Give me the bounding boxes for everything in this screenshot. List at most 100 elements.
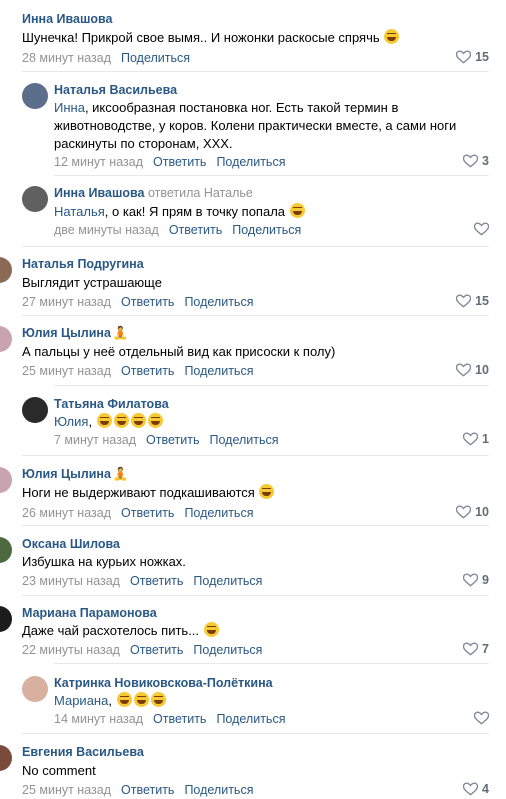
- reply-button[interactable]: Ответить: [130, 643, 183, 657]
- share-button[interactable]: Поделиться: [193, 574, 262, 588]
- timestamp[interactable]: 7 минут назад: [54, 433, 136, 447]
- share-button[interactable]: Поделиться: [216, 155, 285, 169]
- divider: [22, 246, 489, 247]
- reply-button[interactable]: Ответить: [121, 506, 174, 520]
- comment-meta: 12 минут назад Ответить Поделиться: [54, 155, 295, 169]
- laughing-emoji-icon: [113, 413, 129, 428]
- reply-button[interactable]: Ответить: [121, 783, 174, 797]
- share-button[interactable]: Поделиться: [184, 364, 253, 378]
- like-button[interactable]: [474, 711, 489, 725]
- share-button[interactable]: Поделиться: [184, 506, 253, 520]
- author-name[interactable]: Инна Ивашова ответила Наталье: [54, 186, 253, 200]
- timestamp[interactable]: две минуты назад: [54, 223, 159, 237]
- share-button[interactable]: Поделиться: [232, 223, 301, 237]
- reply-button[interactable]: Ответить: [121, 295, 174, 309]
- author-name[interactable]: Инна Ивашова: [22, 12, 113, 26]
- share-button[interactable]: Поделиться: [216, 712, 285, 726]
- author-name[interactable]: Юлия Цылина 🧘: [22, 467, 128, 482]
- avatar[interactable]: [0, 745, 12, 771]
- author-name-text[interactable]: Юлия Цылина: [22, 326, 111, 340]
- like-button[interactable]: 15: [456, 50, 489, 64]
- author-name[interactable]: Мариана Парамонова: [22, 606, 157, 620]
- avatar[interactable]: [0, 326, 12, 352]
- comment-meta: 28 минут назад Поделиться: [22, 51, 200, 65]
- timestamp[interactable]: 27 минут назад: [22, 295, 111, 309]
- timestamp[interactable]: 26 минут назад: [22, 506, 111, 520]
- author-name[interactable]: Катринка Новиковскова-Полёткина: [54, 676, 273, 690]
- like-count: 15: [475, 294, 489, 308]
- comment-meta: 26 минут назад Ответить Поделиться: [22, 506, 263, 520]
- share-button[interactable]: Поделиться: [184, 295, 253, 309]
- author-name-text[interactable]: Мариана Парамонова: [22, 606, 157, 620]
- like-button[interactable]: [474, 222, 489, 236]
- avatar[interactable]: [22, 676, 48, 702]
- mention-link[interactable]: Инна: [54, 100, 85, 115]
- reply-button[interactable]: Ответить: [121, 364, 174, 378]
- like-button[interactable]: 10: [456, 505, 489, 519]
- timestamp[interactable]: 14 минут назад: [54, 712, 143, 726]
- comment-body: Избушка на курьих ножках.: [22, 554, 186, 569]
- divider: [22, 71, 489, 72]
- divider: [54, 175, 489, 176]
- avatar[interactable]: [22, 83, 48, 109]
- timestamp[interactable]: 25 минут назад: [22, 783, 111, 797]
- author-name-text[interactable]: Катринка Новиковскова-Полёткина: [54, 676, 273, 690]
- like-button[interactable]: 1: [463, 432, 489, 446]
- laughing-emoji-icon: [259, 484, 275, 499]
- like-button[interactable]: 15: [456, 294, 489, 308]
- author-name-text[interactable]: Евгения Васильева: [22, 745, 144, 759]
- comment-meta: 23 минуты назад Ответить Поделиться: [22, 574, 272, 588]
- author-name-text[interactable]: Татьяна Филатова: [54, 397, 169, 411]
- timestamp[interactable]: 12 минут назад: [54, 155, 143, 169]
- like-button[interactable]: 9: [463, 573, 489, 587]
- avatar[interactable]: [0, 467, 12, 493]
- author-name-text[interactable]: Инна Ивашова: [22, 12, 113, 26]
- timestamp[interactable]: 23 минуты назад: [22, 574, 120, 588]
- author-name[interactable]: Татьяна Филатова: [54, 397, 169, 411]
- author-name[interactable]: Юлия Цылина 🧘: [22, 326, 128, 341]
- author-name[interactable]: Наталья Васильева: [54, 83, 177, 97]
- author-name-text[interactable]: Наталья Васильева: [54, 83, 177, 97]
- author-name[interactable]: Наталья Подругина: [22, 257, 144, 271]
- avatar[interactable]: [0, 606, 12, 632]
- mention-link[interactable]: Мариана: [54, 693, 108, 708]
- like-button[interactable]: 7: [463, 642, 489, 656]
- like-button[interactable]: 10: [456, 363, 489, 377]
- like-button[interactable]: 3: [463, 154, 489, 168]
- timestamp[interactable]: 28 минут назад: [22, 51, 111, 65]
- author-name-text[interactable]: Оксана Шилова: [22, 537, 120, 551]
- laughing-emoji-icon: [133, 692, 149, 707]
- comment-body: Ноги не выдерживают подкашиваются: [22, 485, 259, 500]
- avatar[interactable]: [0, 537, 12, 563]
- mention-link[interactable]: Юлия: [54, 414, 88, 429]
- author-name[interactable]: Оксана Шилова: [22, 537, 120, 551]
- author-name-text[interactable]: Наталья Подругина: [22, 257, 144, 271]
- reply-button[interactable]: Ответить: [153, 155, 206, 169]
- like-count: 1: [482, 432, 489, 446]
- timestamp[interactable]: 22 минуты назад: [22, 643, 120, 657]
- comment-body: , иксообразная постановка ног. Есть тако…: [54, 100, 457, 151]
- avatar[interactable]: [22, 186, 48, 212]
- avatar[interactable]: [22, 397, 48, 423]
- share-button[interactable]: Поделиться: [121, 51, 190, 65]
- author-name[interactable]: Евгения Васильева: [22, 745, 144, 759]
- divider: [22, 595, 489, 596]
- timestamp[interactable]: 25 минут назад: [22, 364, 111, 378]
- share-button[interactable]: Поделиться: [193, 643, 262, 657]
- like-button[interactable]: 4: [463, 782, 489, 796]
- reply-button[interactable]: Ответить: [153, 712, 206, 726]
- share-button[interactable]: Поделиться: [209, 433, 278, 447]
- comment-text: А пальцы у неё отдельный вид как присоск…: [22, 343, 482, 361]
- reply-button[interactable]: Ответить: [146, 433, 199, 447]
- share-button[interactable]: Поделиться: [184, 783, 253, 797]
- author-name-text[interactable]: Юлия Цылина: [22, 467, 111, 481]
- comment-meta: 14 минут назад Ответить Поделиться: [54, 712, 295, 726]
- author-name-text[interactable]: Инна Ивашова: [54, 186, 145, 200]
- heart-icon: [474, 222, 489, 236]
- heart-icon: [456, 363, 472, 377]
- laughing-emoji-icon: [384, 29, 400, 44]
- avatar[interactable]: [0, 257, 12, 283]
- reply-button[interactable]: Ответить: [130, 574, 183, 588]
- mention-link[interactable]: Наталья: [54, 204, 105, 219]
- reply-button[interactable]: Ответить: [169, 223, 222, 237]
